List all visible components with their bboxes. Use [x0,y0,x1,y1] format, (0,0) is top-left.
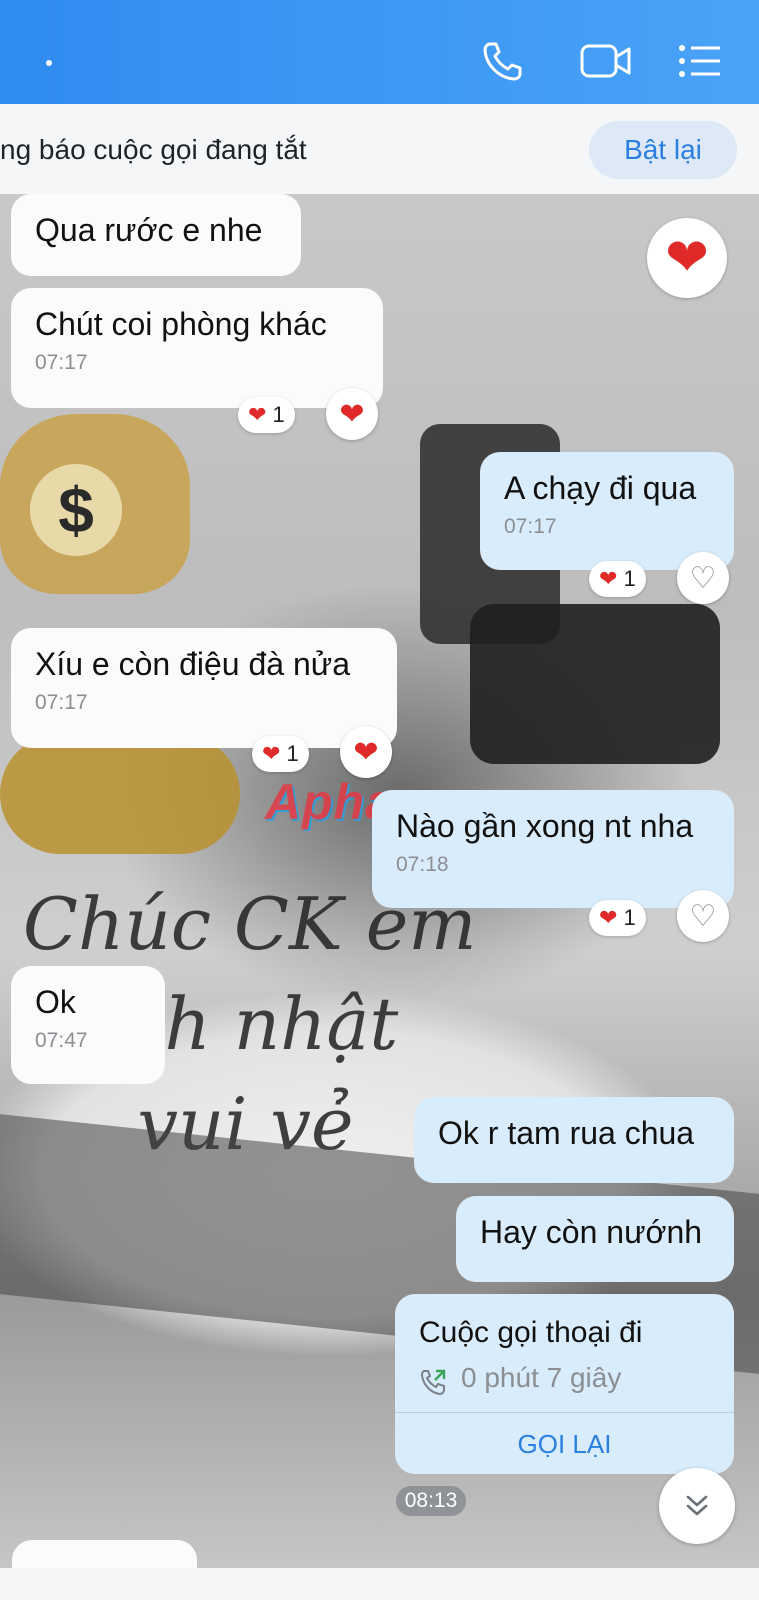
message-bubble-incoming[interactable]: Xíu e còn điệu đà nửa 07:17 [11,628,397,748]
reaction-count: 1 [272,402,285,427]
react-button[interactable]: ❤ [326,388,378,440]
double-chevron-down-icon [686,1495,708,1516]
message-text: Ok r tam rua chua [438,1115,695,1151]
message-text: A chạy đi qua [504,470,697,506]
call-title: Cuộc gọi thoại đi [419,1316,643,1349]
heart-icon: ❤ [599,566,618,591]
reaction-summary[interactable]: ❤ 1 [589,561,646,597]
message-time: 07:18 [396,853,449,876]
heart-outline-icon: ♡ [689,561,717,595]
message-time: 07:17 [35,351,88,374]
heart-icon: ❤ [339,397,365,431]
react-button[interactable]: ❤ [340,726,392,778]
message-text: Nào gần xong nt nha [396,808,694,844]
message-bubble-incoming[interactable]: Qua rước e nhe [11,194,301,276]
message-time-pill: 08:13 [396,1486,466,1516]
dollar-sign-decoration: $ [30,464,122,556]
reaction-count: 1 [623,905,636,930]
turn-on-again-button[interactable]: Bật lại [589,121,737,179]
reaction-summary[interactable]: ❤ 1 [252,736,309,772]
list-menu-icon[interactable] [678,44,722,78]
message-bubble-outgoing[interactable]: Nào gần xong nt nha 07:18 [372,790,734,908]
gold-coins-decoration [0,734,240,854]
react-button[interactable]: ♡ [677,552,729,604]
divider [395,1412,734,1413]
reaction-count: 1 [286,741,299,766]
message-text: Chút coi phòng khác [35,306,327,342]
message-text: Ok [35,984,76,1020]
call-back-button[interactable]: GỌI LẠI [395,1414,734,1474]
react-button[interactable]: ♡ [677,890,729,942]
outgoing-call-card[interactable]: Cuộc gọi thoại đi 0 phút 7 giây GỌI LẠI [395,1294,734,1474]
call-duration: 0 phút 7 giây [461,1362,622,1393]
heart-reaction-button[interactable]: ❤ [647,218,727,298]
outgoing-call-icon [420,1369,446,1396]
message-time: 07:47 [35,1029,88,1052]
phone-icon[interactable] [481,40,523,82]
heart-icon: ❤ [262,741,281,766]
reaction-summary[interactable]: ❤ 1 [589,900,646,936]
message-text: Hay còn nướnh [480,1214,703,1250]
reaction-count: 1 [623,566,636,591]
chat-header: . [0,0,759,104]
message-bubble-incoming[interactable]: Chút coi phòng khác 07:17 [11,288,383,408]
notice-text: ng báo cuộc gọi đang tắt [0,134,307,165]
message-time: 07:17 [504,515,557,538]
scroll-to-bottom-button[interactable] [659,1468,735,1544]
heart-icon: ❤ [599,905,618,930]
heart-icon: ❤ [665,229,709,287]
message-bubble-outgoing[interactable]: Hay còn nướnh [456,1196,734,1282]
heart-icon: ❤ [353,735,379,769]
message-text: Qua rước e nhe [35,212,263,248]
message-time: 07:17 [35,691,88,714]
toy-car-decoration [470,604,720,764]
message-bubble-incoming[interactable]: Ok 07:47 [11,966,165,1084]
heart-icon: ❤ [248,402,267,427]
input-bar-partial [0,1568,759,1600]
message-text: Xíu e còn điệu đà nửa [35,646,350,682]
contact-name[interactable]: . [46,60,52,66]
message-bubble-outgoing[interactable]: Ok r tam rua chua [414,1097,734,1183]
heart-outline-icon: ♡ [689,899,717,933]
video-camera-icon[interactable] [580,42,632,80]
reaction-summary[interactable]: ❤ 1 [238,397,295,433]
